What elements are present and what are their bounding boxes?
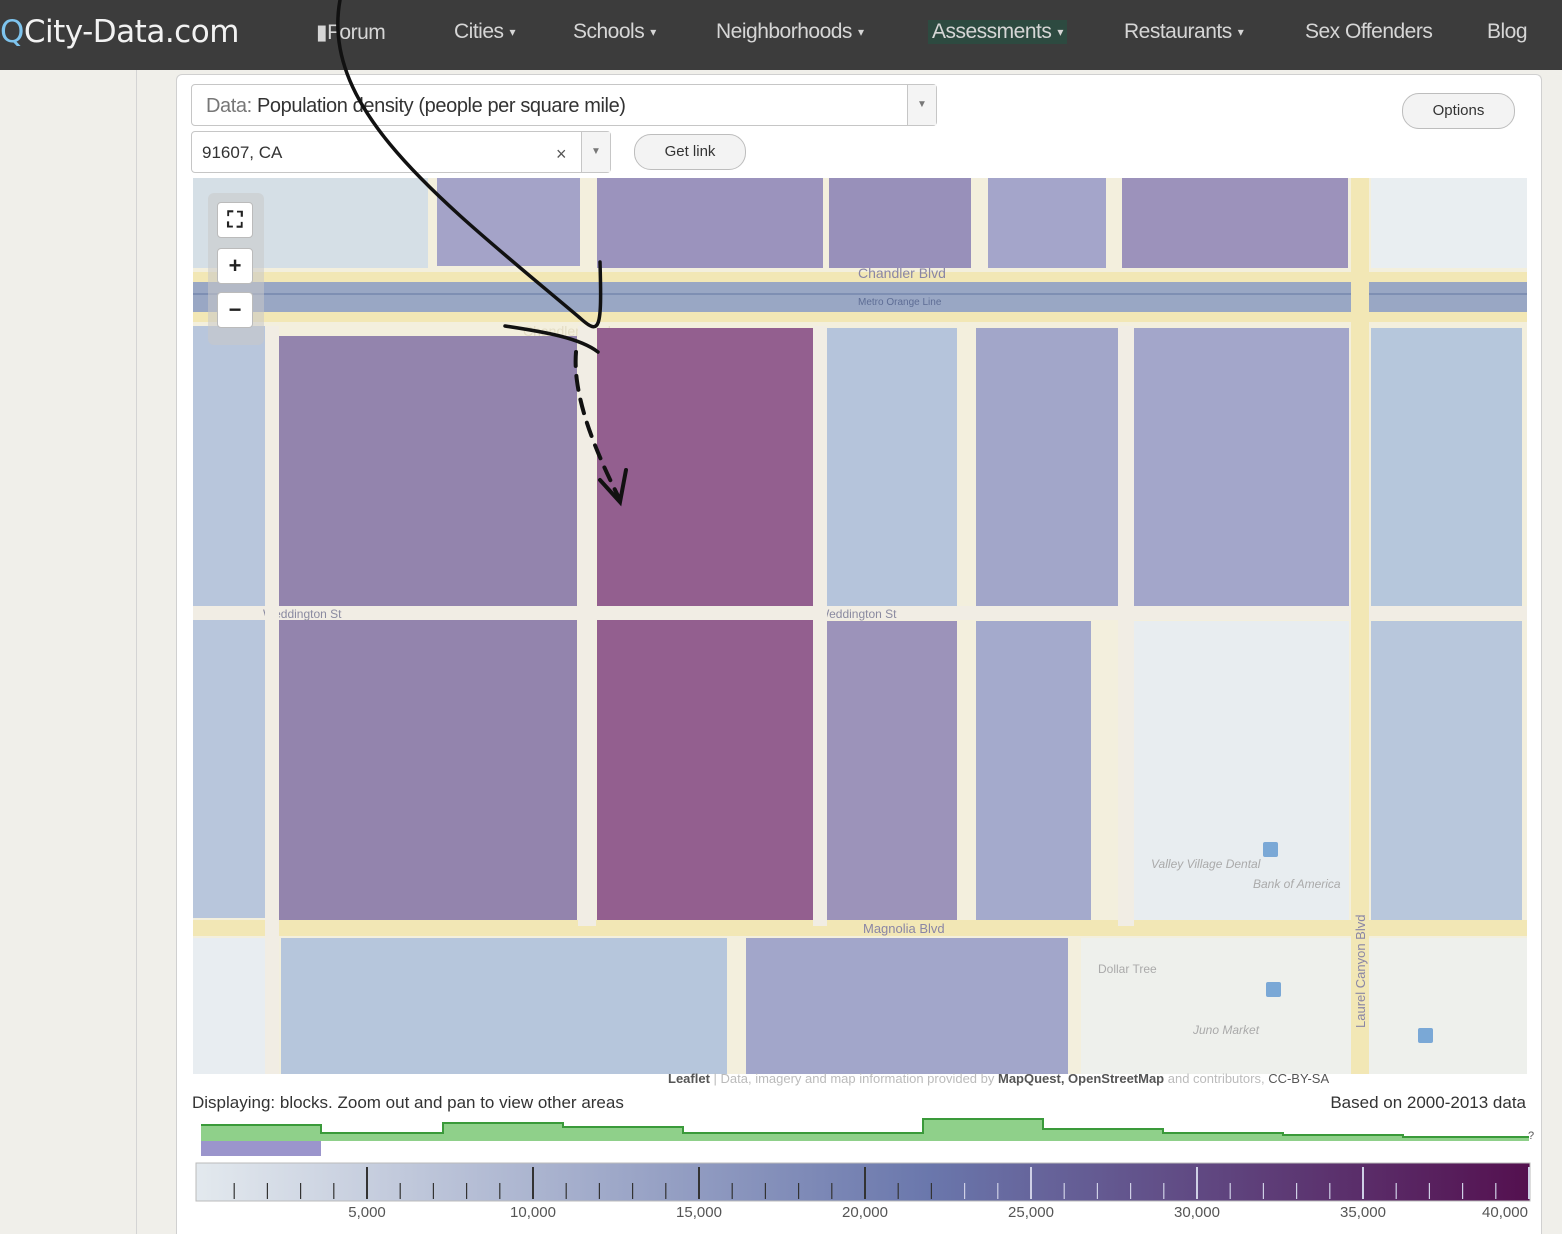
caret-down-icon: ▾ [1237,25,1244,40]
zoom-in-button[interactable]: + [217,248,253,284]
leaflet-link[interactable]: Leaflet [668,1071,710,1086]
map-block [193,938,273,1074]
caret-down-icon: ▾ [857,25,864,40]
map-canvas[interactable]: Chandler Blvd Metro Orange Line Chandler… [193,178,1527,1074]
map-block [279,336,577,920]
zoom-control: ⛶ + − [208,193,264,345]
map-block [976,328,1118,606]
nav-neighborhoods[interactable]: Neighborhoods ▾ [716,20,864,44]
map-block [1134,328,1349,606]
clear-icon[interactable]: × [556,144,567,165]
map-block [829,178,971,268]
street-label: Metro Orange Line [858,297,942,308]
top-navbar: QCity-Data.com ▮Forum Cities ▾ Schools ▾ N… [0,0,1562,70]
map-block [1122,178,1348,268]
map-block [1371,621,1522,920]
fit-bounds-icon[interactable]: ⛶ [217,202,253,238]
scale-tick-label: 20,000 [842,1204,888,1221]
displaying-status: Displaying: blocks. Zoom out and pan to … [192,1093,624,1112]
street-label: Laurel Canyon Blvd [1353,915,1368,1028]
chevron-down-icon[interactable]: ▼ [581,132,610,172]
histogram-highlight [201,1141,321,1156]
nav-cities[interactable]: Cities ▾ [454,20,516,44]
map-block [597,328,813,920]
location-value: 91607, CA [202,143,283,162]
data-years-note: Based on 2000-2013 data [1330,1093,1526,1112]
data-select[interactable]: Data: Population density (people per squ… [191,84,937,126]
histogram-marker: ? [1528,1130,1534,1142]
street-label: Weddington St [818,607,897,621]
map-block [1371,178,1527,268]
options-button[interactable]: Options [1402,93,1515,129]
caret-down-icon: ▾ [509,25,516,40]
scale-tick-label: 40,000 [1482,1204,1528,1221]
nav-assessments[interactable]: Assessments ▾ [928,20,1067,44]
map-block [1134,621,1349,920]
nav-restaurants[interactable]: Restaurants ▾ [1124,20,1244,44]
map-block [976,621,1091,920]
scale-tick-label: 30,000 [1174,1204,1220,1221]
scale-tick-label: 35,000 [1340,1204,1386,1221]
nav-sex-offenders[interactable]: Sex Offenders [1305,20,1433,44]
left-sidebar [0,70,137,1234]
map-block [437,178,580,266]
map-block [597,178,823,268]
sources-link[interactable]: MapQuest, OpenStreetMap [998,1071,1164,1086]
forum-icon: ▮ [316,21,328,44]
map-block [988,178,1106,268]
street-label: Magnolia Blvd [863,921,945,936]
nav-forum[interactable]: ▮Forum [316,20,386,45]
site-logo[interactable]: QCity-Data.com [0,14,239,50]
shop-icon [1266,982,1281,997]
poi-label: Dollar Tree [1098,962,1157,976]
get-link-button[interactable]: Get link [634,134,746,170]
license-link[interactable]: CC-BY-SA [1268,1071,1329,1086]
scale-tick-label: 25,000 [1008,1204,1054,1221]
poi-label: Valley Village Dental [1151,857,1261,871]
scale-tick-label: 15,000 [676,1204,722,1221]
map-attribution: Leaflet | Data, imagery and map informat… [668,1071,1330,1086]
poi-label: Juno Market [1192,1023,1260,1037]
map-block [827,621,957,920]
caret-down-icon: ▾ [650,25,656,40]
map-block [827,328,957,608]
shop-icon [1418,1028,1433,1043]
data-select-value: Population density (people per square mi… [256,95,626,117]
map-block [1371,328,1522,606]
chevron-down-icon[interactable]: ▼ [907,85,936,125]
street-label: Chandler Blvd [858,265,946,281]
nav-blog[interactable]: Blog [1487,20,1528,44]
map-block [746,938,1068,1074]
caret-down-icon: ▾ [1057,25,1063,40]
scale-tick-label: 5,000 [348,1204,386,1221]
map-block [193,618,265,918]
map-block [1081,938,1527,1074]
map-block [193,326,265,606]
poi-label: Bank of America [1253,877,1341,891]
scale-tick-label: 10,000 [510,1204,556,1221]
nav-schools[interactable]: Schools ▾ [573,20,656,44]
zoom-out-button[interactable]: − [217,292,253,328]
location-select[interactable]: 91607, CA × ▼ [191,131,611,173]
map-svg: Chandler Blvd Metro Orange Line Chandler… [193,178,1527,1074]
map-block [281,938,727,1074]
data-select-label: Data: [206,95,252,117]
histogram-area [201,1119,1529,1141]
bank-icon [1263,842,1278,857]
